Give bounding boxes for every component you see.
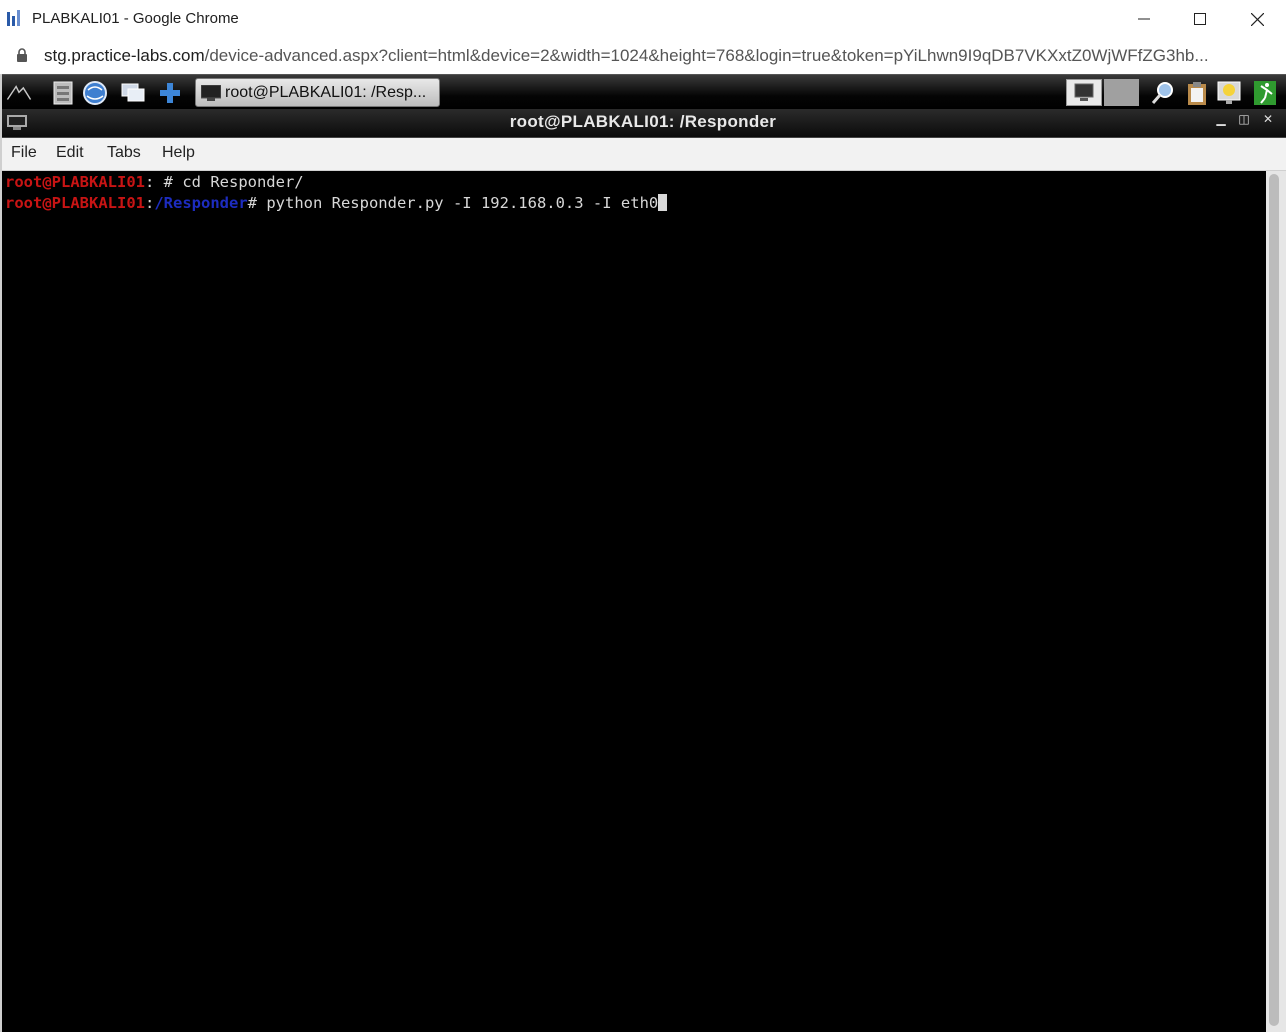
taskbar-terminal-label: root@PLABKALI01: /Resp... (225, 84, 427, 101)
close-button[interactable] (1229, 0, 1285, 38)
desktop-panel: root@PLABKALI01: /Resp... (0, 74, 1286, 110)
terminal-output[interactable]: root@PLABKALI01: # cd Responder/ root@PL… (2, 171, 1266, 1032)
browser-title-bar: PLABKALI01 - Google Chrome (0, 0, 1286, 39)
address-bar[interactable]: stg.practice-labs.com/device-advanced.as… (0, 38, 1286, 74)
menu-edit[interactable]: Edit (56, 144, 84, 162)
kali-dragon-icon[interactable] (6, 80, 32, 106)
minimize-button[interactable] (1116, 0, 1172, 38)
terminal-title: root@PLABKALI01: /Responder (509, 112, 777, 131)
terminal-line: root@PLABKALI01:/Responder# python Respo… (5, 194, 668, 212)
close-icon (1250, 12, 1264, 26)
terminal-close-icon[interactable]: ✕ (1260, 112, 1276, 126)
minimize-icon (1138, 18, 1150, 20)
lightbulb-icon[interactable] (1216, 80, 1242, 106)
exit-icon[interactable] (1252, 80, 1278, 106)
windows-icon[interactable] (120, 80, 146, 106)
maximize-button[interactable] (1172, 0, 1228, 38)
terminal-menu-bar: File Edit Tabs Help (0, 138, 1286, 171)
scrollbar-thumb[interactable] (1269, 174, 1279, 1026)
url-path: /device-advanced.aspx?client=html&device… (204, 46, 1209, 65)
prompt-separator: : (144, 173, 155, 191)
browser-globe-icon[interactable] (82, 80, 108, 106)
url-host: stg.practice-labs.com (44, 46, 205, 65)
taskbar-terminal-button[interactable]: root@PLABKALI01: /Resp... (195, 78, 440, 107)
menu-help[interactable]: Help (162, 144, 195, 162)
terminal-title-bar: root@PLABKALI01: /Responder ▁ ◫ ✕ (0, 109, 1286, 138)
url-text[interactable]: stg.practice-labs.com/device-advanced.as… (44, 46, 1209, 66)
app-logo-icon (7, 10, 20, 26)
terminal-minimize-icon[interactable]: ▁ (1213, 112, 1229, 126)
prompt-user: root@PLABKALI01 (5, 173, 145, 191)
prompt-path: /Responder (154, 194, 248, 212)
maximize-icon (1194, 13, 1206, 25)
command-text: # python Responder.py -I 192.168.0.3 -I … (247, 194, 659, 212)
prompt-separator: : (144, 194, 155, 212)
prompt-user: root@PLABKALI01 (5, 194, 145, 212)
menu-file[interactable]: File (11, 144, 37, 162)
command-text: # cd Responder/ (154, 173, 304, 191)
terminal-scrollbar[interactable] (1266, 171, 1286, 1032)
magnifier-icon[interactable] (1150, 80, 1176, 106)
file-manager-icon[interactable] (50, 80, 76, 106)
terminal-icon (201, 85, 221, 101)
clipboard-icon[interactable] (1184, 80, 1210, 106)
terminal-line: root@PLABKALI01: # cd Responder/ (5, 173, 304, 191)
window-title: PLABKALI01 - Google Chrome (32, 10, 239, 27)
terminal-restore-icon[interactable]: ◫ (1236, 112, 1252, 126)
tray-spacer (1104, 79, 1139, 106)
menu-tabs[interactable]: Tabs (107, 144, 141, 162)
screen-icon (1074, 83, 1094, 101)
screen-button[interactable] (1066, 79, 1102, 106)
lock-icon (17, 48, 27, 62)
text-cursor (658, 194, 668, 211)
add-icon[interactable] (157, 80, 183, 106)
